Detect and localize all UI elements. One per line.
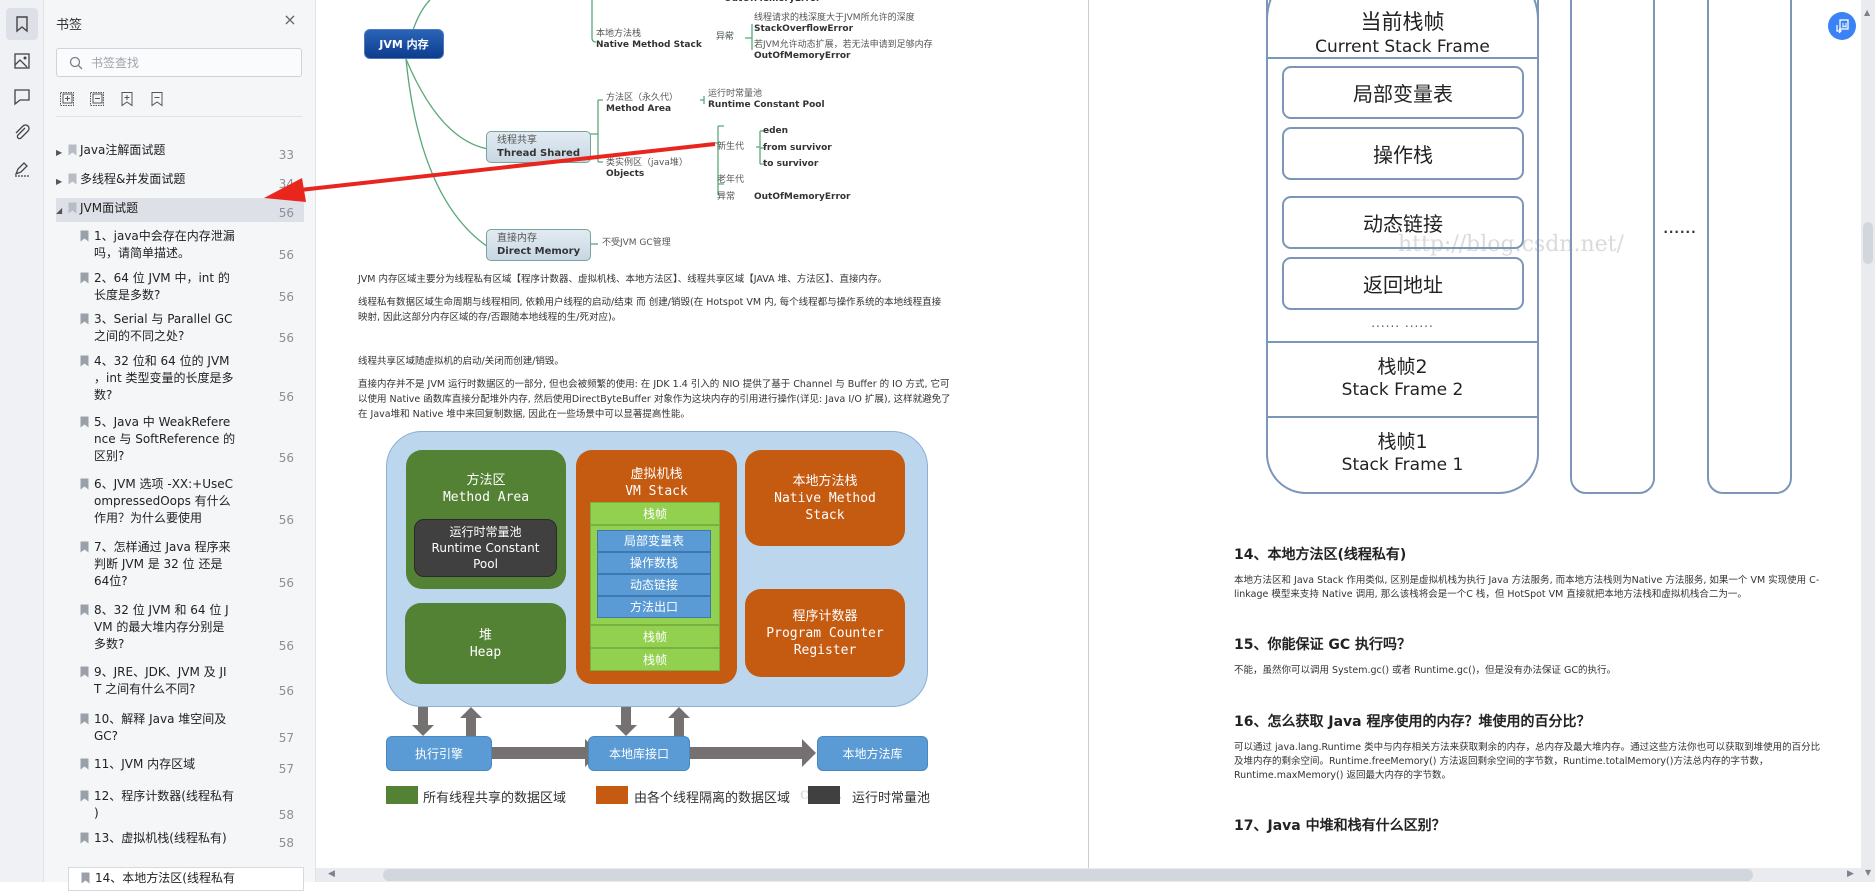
horizontal-scrollbar[interactable]: ◀ ▶ ▼ — [316, 868, 1875, 882]
frame-component: 返回地址 — [1282, 257, 1524, 310]
floating-bookmark-button[interactable] — [1828, 12, 1856, 40]
paragraph: 及堆内存的剩余空间。Runtime.freeMemory() 方法返回剩余空间的… — [1234, 756, 1769, 767]
scroll-up-icon[interactable]: ▲ — [1864, 8, 1870, 17]
legend-swatch-rcp — [808, 786, 840, 804]
watermark: http://blog.csdn.net/ — [1398, 232, 1624, 257]
vertical-scrollbar[interactable]: ▲ — [1861, 0, 1875, 868]
section-heading: 15、你能保证 GC 执行吗？ — [1234, 637, 1411, 653]
thread-stack-column — [1707, 0, 1792, 494]
divider — [1268, 416, 1537, 418]
bookmark-item[interactable]: 14、本地方法区(线程私有 — [68, 867, 304, 891]
paragraph: 本地方法区和 Java Stack 作用类似, 区别是虚拟机栈为执行 Java … — [1234, 575, 1820, 586]
paragraph: Runtime.maxMemory() 返回最大内存的字节数。 — [1234, 770, 1451, 781]
page-divider — [1088, 0, 1089, 868]
legend-label: 由各个线程隔离的数据区域 — [634, 791, 791, 806]
section-heading: 17、Java 中堆和栈有什么区别？ — [1234, 818, 1446, 834]
legend-label: 运行时常量池 — [852, 791, 931, 806]
up-arrow — [668, 707, 690, 736]
frame2-en: Stack Frame 2 — [1341, 380, 1464, 400]
scroll-left-icon[interactable]: ◀ — [328, 869, 335, 879]
right-arrow — [491, 739, 599, 767]
native-library-box: 本地方法库 — [817, 736, 928, 771]
up-arrow — [460, 707, 482, 736]
frame-component: 局部变量表 — [1282, 66, 1524, 119]
side-ellipsis: ...... — [1663, 222, 1697, 236]
bookmark-label: 14、本地方法区(线程私有 — [95, 871, 235, 885]
current-frame-en: Current Stack Frame — [1315, 37, 1490, 57]
frame1-cn: 栈帧1 — [1377, 431, 1428, 453]
right-arrow — [690, 739, 816, 767]
current-frame-cn: 当前栈帧 — [1360, 10, 1445, 34]
bookmark-icon — [81, 872, 90, 884]
legend-swatch-isolated — [596, 786, 628, 804]
section-heading: 14、本地方法区(线程私有) — [1234, 547, 1407, 563]
paragraph: linkage 模型来支持 Native 调用, 那么该栈将会是一个C 栈，但 … — [1234, 589, 1747, 600]
divider — [1268, 341, 1537, 343]
down-arrow — [615, 707, 637, 736]
section-heading: 16、怎么获取 Java 程序使用的内存？堆使用的百分比？ — [1234, 714, 1591, 730]
scroll-down-icon[interactable]: ▼ — [1865, 868, 1871, 877]
execution-engine-box: 执行引擎 — [386, 736, 492, 771]
native-interface-box: 本地库接口 — [588, 736, 690, 771]
ellipsis: ...... ...... — [1371, 316, 1434, 330]
horizontal-scroll-thumb[interactable] — [383, 869, 1753, 881]
frame1-en: Stack Frame 1 — [1341, 455, 1464, 475]
paragraph: 不能，虽然你可以调用 System.gc() 或者 Runtime.gc()，但… — [1234, 665, 1617, 676]
scroll-right-icon[interactable]: ▶ — [1847, 869, 1854, 879]
divider — [1268, 57, 1537, 59]
down-arrow — [412, 707, 434, 736]
bookmark-switch-icon — [1836, 19, 1849, 34]
frame-component: 操作栈 — [1282, 127, 1524, 180]
paragraph: 可以通过 java.lang.Runtime 类中与内存相关方法来获取剩余的内存… — [1234, 742, 1821, 753]
legend-label: 所有线程共享的数据区域 — [423, 791, 567, 806]
frame2-cn: 栈帧2 — [1377, 356, 1428, 378]
vertical-scroll-thumb[interactable] — [1863, 222, 1873, 264]
legend-swatch-shared — [386, 786, 418, 804]
